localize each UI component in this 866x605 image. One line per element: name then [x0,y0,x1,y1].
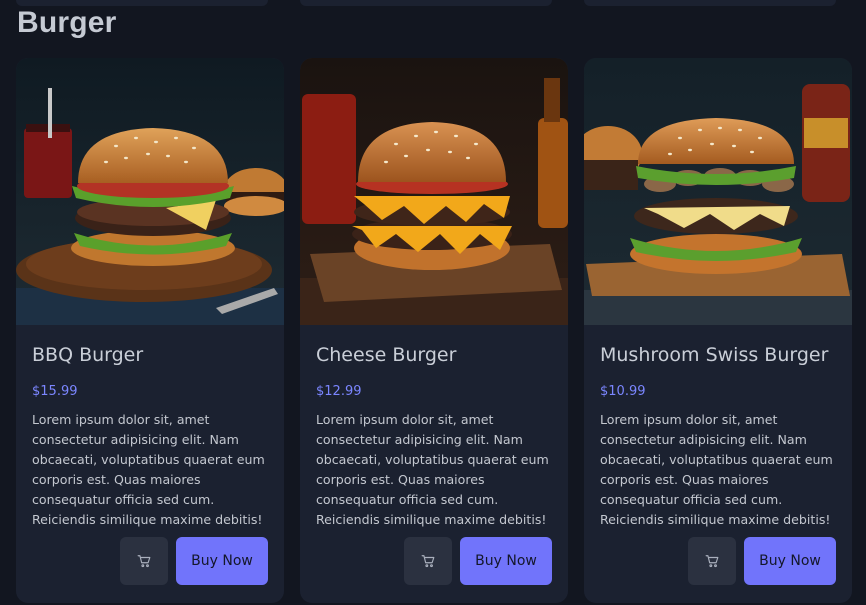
page: Burger BBQ Burger $15.99 Lorem ipsum dol… [0,0,866,605]
product-card-bbq-burger: BBQ Burger $15.99 Lorem ipsum dolor sit,… [16,58,284,603]
product-price: $10.99 [600,384,646,399]
buy-now-button[interactable]: Buy Now [460,537,552,585]
product-price: $15.99 [32,384,78,399]
add-to-cart-button[interactable] [688,537,736,585]
cart-icon [705,555,719,568]
buy-now-button[interactable]: Buy Now [744,537,836,585]
product-image [16,58,284,325]
add-to-cart-button[interactable] [404,537,452,585]
product-price: $12.99 [316,384,362,399]
product-image [300,58,568,325]
product-title: BBQ Burger [32,344,144,366]
previous-card-edge [584,0,836,6]
add-to-cart-button[interactable] [120,537,168,585]
product-card-mushroom-swiss-burger: Mushroom Swiss Burger $10.99 Lorem ipsum… [584,58,852,603]
product-title: Mushroom Swiss Burger [600,344,829,366]
buy-now-button[interactable]: Buy Now [176,537,268,585]
previous-card-edge [300,0,552,6]
product-description: Lorem ipsum dolor sit, amet consectetur … [32,412,265,527]
product-image [584,58,852,325]
section-title: Burger [17,6,117,39]
product-card-cheese-burger: Cheese Burger $12.99 Lorem ipsum dolor s… [300,58,568,603]
cart-icon [421,555,435,568]
product-description: Lorem ipsum dolor sit, amet consectetur … [316,412,549,527]
cart-icon [137,555,151,568]
product-title: Cheese Burger [316,344,457,366]
product-description: Lorem ipsum dolor sit, amet consectetur … [600,412,833,527]
